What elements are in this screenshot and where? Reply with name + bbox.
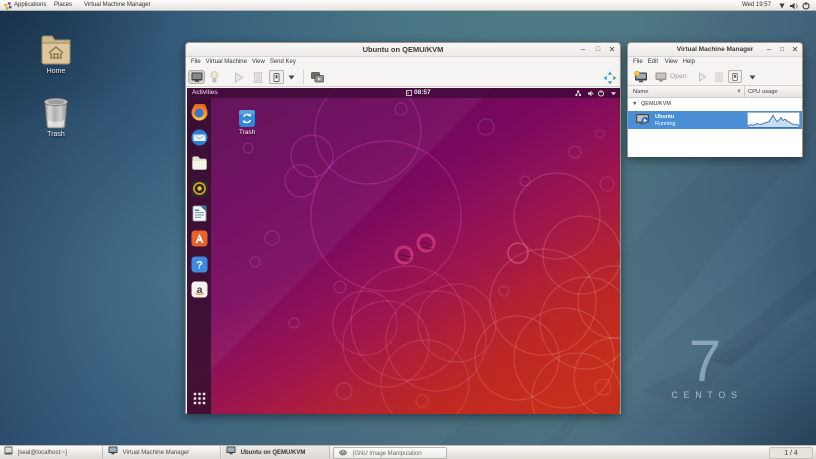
svg-text:?: ?: [196, 260, 203, 272]
